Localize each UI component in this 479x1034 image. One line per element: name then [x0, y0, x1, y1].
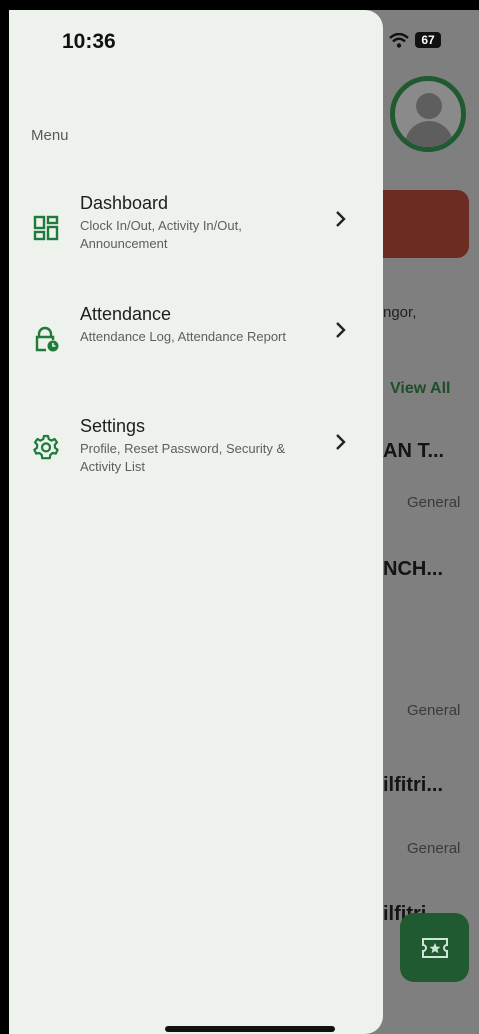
battery-indicator: 67 — [415, 32, 441, 48]
menu-item-subtitle: Profile, Reset Password, Security & Acti… — [80, 441, 286, 474]
avatar-body-shape — [405, 121, 453, 147]
menu-item-attendance[interactable]: Attendance Attendance Log, Attendance Re… — [9, 304, 383, 384]
profile-avatar[interactable] — [390, 76, 466, 152]
device-frame: ngor, View All AN T... General NCH... Ge… — [0, 0, 479, 1034]
chevron-right-icon — [336, 434, 346, 450]
location-text: ngor, — [383, 304, 417, 321]
menu-item-settings[interactable]: Settings Profile, Reset Password, Securi… — [9, 416, 383, 496]
view-all-link[interactable]: View All — [390, 380, 450, 398]
navigation-drawer: 10:36 Menu Dashboard Clock In/Out, Activ… — [9, 10, 383, 1034]
chevron-right-icon — [336, 322, 346, 338]
ticket-fab-button[interactable] — [400, 913, 469, 982]
announcement-category-3: General — [407, 840, 461, 857]
clock-card[interactable] — [369, 190, 469, 258]
menu-item-dashboard[interactable]: Dashboard Clock In/Out, Activity In/Out,… — [9, 193, 383, 273]
menu-item-title: Dashboard — [80, 193, 169, 213]
home-indicator[interactable] — [165, 1026, 335, 1032]
announcement-title-1[interactable]: AN T... — [383, 440, 444, 463]
dashboard-icon — [33, 215, 59, 241]
chevron-right-icon — [336, 211, 346, 227]
ticket-star-icon — [421, 937, 448, 958]
menu-item-subtitle: Clock In/Out, Activity In/Out, Announcem… — [80, 218, 242, 251]
announcement-title-2[interactable]: NCH... — [383, 558, 443, 581]
menu-item-subtitle: Attendance Log, Attendance Report — [80, 329, 286, 344]
screen: ngor, View All AN T... General NCH... Ge… — [9, 10, 479, 1034]
wifi-icon — [389, 32, 409, 48]
announcement-category-1: General — [407, 494, 461, 511]
announcement-category-2: General — [407, 702, 461, 719]
menu-item-title: Attendance — [80, 304, 172, 324]
menu-item-title: Settings — [80, 416, 146, 436]
lock-clock-icon — [35, 326, 59, 352]
menu-heading: Menu — [31, 127, 69, 144]
avatar-head-shape — [416, 93, 442, 119]
gear-icon — [33, 434, 59, 460]
announcement-title-3[interactable]: ilfitri... — [383, 774, 443, 797]
status-time: 10:36 — [62, 30, 116, 53]
